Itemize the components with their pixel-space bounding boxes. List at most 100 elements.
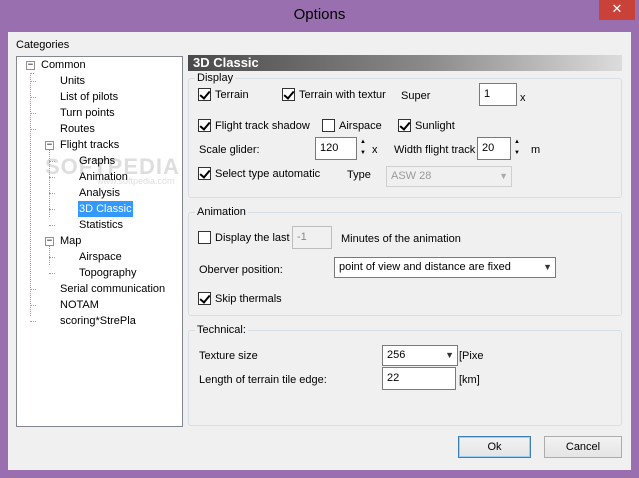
tree-connector xyxy=(49,177,55,178)
spin-up-icon[interactable]: ▲ xyxy=(358,137,368,148)
tree-connector xyxy=(49,209,55,210)
display-the-last-label: Display the last xyxy=(215,231,290,244)
terrain-with-texture-checkbox[interactable]: Terrain with textur xyxy=(282,88,386,101)
width-flight-track-spinner[interactable]: ▲ ▼ xyxy=(512,137,522,160)
skip-thermals-checkbox[interactable]: Skip thermals xyxy=(198,292,282,305)
spin-down-icon[interactable]: ▼ xyxy=(512,148,522,159)
title-bar[interactable]: Options ✕ xyxy=(0,0,639,32)
airspace-box[interactable] xyxy=(322,119,335,132)
tree-guide-line xyxy=(49,145,50,217)
tile-unit: [km] xyxy=(459,374,480,386)
tree-item-graphs[interactable]: Graphs xyxy=(78,153,116,169)
close-icon[interactable]: ✕ xyxy=(599,0,635,20)
tree-item-analysis[interactable]: Analysis xyxy=(78,185,121,201)
categories-label: Categories xyxy=(16,39,70,51)
chevron-down-icon: ▼ xyxy=(445,350,454,360)
display-the-last-box[interactable] xyxy=(198,231,211,244)
tree-item-statistics[interactable]: Statistics xyxy=(78,217,124,233)
scale-glider-unit: x xyxy=(372,144,378,156)
tree-item-flight-tracks[interactable]: Flight tracks xyxy=(59,137,120,153)
texture-unit: [Pixe xyxy=(459,350,484,362)
display-group-label: Display xyxy=(195,71,236,85)
terrain-checkbox-box[interactable] xyxy=(198,88,211,101)
tree-item-map[interactable]: Map xyxy=(59,233,82,249)
width-unit: m xyxy=(531,144,541,156)
observer-position-select[interactable]: point of view and distance are fixed ▼ xyxy=(334,257,556,278)
skip-thermals-label: Skip thermals xyxy=(215,292,282,305)
technical-group-label: Technical: xyxy=(195,323,248,337)
flight-track-shadow-checkbox[interactable]: Flight track shadow xyxy=(198,119,310,132)
tree-connector xyxy=(30,305,36,306)
collapse-map-icon[interactable]: − xyxy=(45,237,54,246)
flight-track-shadow-box[interactable] xyxy=(198,119,211,132)
texture-size-select[interactable]: 256 ▼ xyxy=(382,345,458,366)
skip-thermals-box[interactable] xyxy=(198,292,211,305)
tree-item-topography[interactable]: Topography xyxy=(78,265,138,281)
texture-size-label: Texture size xyxy=(199,350,258,362)
tree-item-notam[interactable]: NOTAM xyxy=(59,297,100,313)
sunlight-label: Sunlight xyxy=(415,119,455,132)
sunlight-box[interactable] xyxy=(398,119,411,132)
scale-glider-input[interactable]: 120 xyxy=(315,137,357,160)
tree-item-3d-classic[interactable]: 3D Classic xyxy=(78,201,133,217)
super-label: Super xyxy=(401,90,431,102)
display-last-input[interactable]: -1 xyxy=(292,226,332,249)
type-select[interactable]: ASW 28 ▼ xyxy=(386,166,512,187)
tree-item-list-of-pilots[interactable]: List of pilots xyxy=(59,89,119,105)
ok-button[interactable]: Ok xyxy=(458,436,531,458)
cancel-button[interactable]: Cancel xyxy=(544,436,622,458)
terrain-checkbox[interactable]: Terrain xyxy=(198,88,249,101)
tree-item-animation[interactable]: Animation xyxy=(78,169,129,185)
scale-glider-label: Scale glider: xyxy=(199,144,260,156)
sunlight-checkbox[interactable]: Sunlight xyxy=(398,119,455,132)
tree-guide-line xyxy=(30,75,31,316)
super-unit: x xyxy=(520,92,526,104)
terrain-with-texture-box[interactable] xyxy=(282,88,295,101)
tree-connector xyxy=(49,193,55,194)
tree-connector xyxy=(30,73,34,74)
tree-item-routes[interactable]: Routes xyxy=(59,121,96,137)
panel-title: 3D Classic xyxy=(188,55,622,71)
super-input[interactable]: 1 xyxy=(479,83,517,106)
select-type-automatic-box[interactable] xyxy=(198,167,211,180)
select-type-automatic-label: Select type automatic xyxy=(215,167,321,180)
tree-connector xyxy=(30,289,36,290)
tree-connector xyxy=(49,273,55,274)
tree-connector xyxy=(30,97,36,98)
tree-item-serial-communication[interactable]: Serial communication xyxy=(59,281,166,297)
spin-down-icon[interactable]: ▼ xyxy=(358,148,368,159)
observer-position-label: Oberver position: xyxy=(199,264,283,276)
select-type-automatic-checkbox[interactable]: Select type automatic xyxy=(198,167,320,180)
tile-edge-input[interactable]: 22 xyxy=(382,367,456,390)
tree-item-turn-points[interactable]: Turn points xyxy=(59,105,116,121)
tree-connector xyxy=(30,129,36,130)
width-flight-track-input[interactable]: 20 xyxy=(477,137,511,160)
terrain-with-texture-label: Terrain with textur xyxy=(299,88,386,101)
window-title: Options xyxy=(293,6,346,23)
texture-size-value: 256 xyxy=(387,349,406,361)
options-window: Options ✕ Categories SOFTPEDIA www.softp… xyxy=(0,0,639,478)
tree-item-units[interactable]: Units xyxy=(59,73,86,89)
tree-item-common[interactable]: Common xyxy=(40,57,87,73)
display-the-last-checkbox[interactable]: Display the last xyxy=(198,231,290,244)
flight-track-shadow-label: Flight track shadow xyxy=(215,119,310,132)
tree-item-scoring[interactable]: scoring*StrePla xyxy=(59,313,137,329)
tree-connector xyxy=(30,113,36,114)
tile-edge-label: Length of terrain tile edge: xyxy=(199,374,327,386)
minutes-label: Minutes of the animation xyxy=(341,233,461,245)
chevron-down-icon: ▼ xyxy=(543,262,552,272)
tree-connector xyxy=(30,81,36,82)
terrain-label: Terrain xyxy=(215,88,249,101)
airspace-label: Airspace xyxy=(339,119,382,132)
tree-connector xyxy=(30,321,36,322)
scale-glider-spinner[interactable]: ▲ ▼ xyxy=(358,137,368,160)
tree-item-airspace[interactable]: Airspace xyxy=(78,249,123,265)
collapse-common-icon[interactable]: − xyxy=(26,61,35,70)
airspace-checkbox[interactable]: Airspace xyxy=(322,119,382,132)
chevron-down-icon: ▼ xyxy=(499,171,508,181)
observer-position-value: point of view and distance are fixed xyxy=(339,261,511,273)
type-select-value: ASW 28 xyxy=(391,170,432,182)
spin-up-icon[interactable]: ▲ xyxy=(512,137,522,148)
categories-tree[interactable]: SOFTPEDIA www.softpedia.com − Common Uni… xyxy=(16,56,183,427)
collapse-flight-tracks-icon[interactable]: − xyxy=(45,141,54,150)
